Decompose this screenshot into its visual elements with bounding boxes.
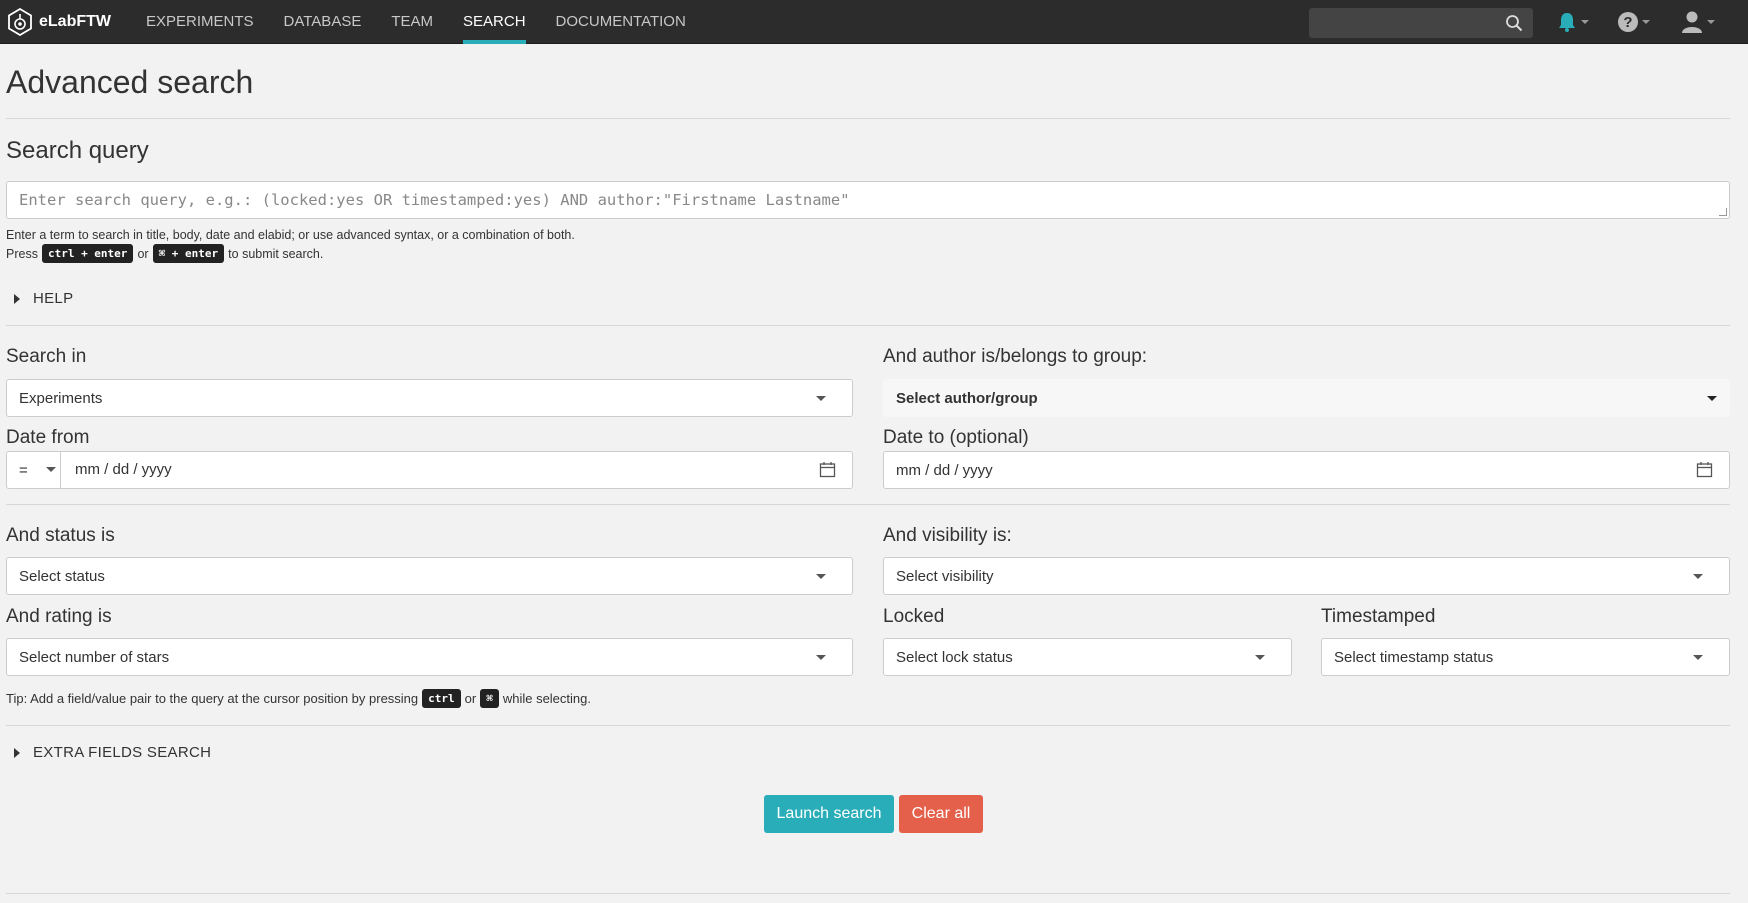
help-menu[interactable]: ? (1617, 9, 1650, 35)
status-select[interactable]: Select status (6, 557, 853, 595)
kbd-cmd-enter: ⌘ + enter (152, 244, 225, 263)
search-query-input[interactable]: Enter search query, e.g.: (locked:yes OR… (6, 181, 1730, 219)
date-from-group: = mm / dd / yyyy (6, 451, 853, 489)
resize-handle-icon[interactable] (1719, 208, 1727, 216)
tip-or: or (464, 691, 477, 706)
help-label: HELP (33, 290, 74, 307)
author-label: And author is/belongs to group: (883, 346, 1148, 367)
main-nav: EXPERIMENTS DATABASE TEAM SEARCH DOCUMEN… (146, 0, 716, 44)
chevron-down-icon (46, 467, 56, 472)
help-toggle[interactable]: HELP (14, 290, 73, 307)
hint-or: or (137, 246, 149, 261)
chevron-down-icon (1581, 20, 1589, 24)
kbd-ctrl-enter: ctrl + enter (41, 244, 134, 263)
tip-line: Tip: Add a field/value pair to the query… (6, 689, 591, 708)
locked-select[interactable]: Select lock status (883, 638, 1292, 676)
calendar-icon[interactable] (1696, 461, 1713, 478)
timestamped-select[interactable]: Select timestamp status (1321, 638, 1730, 676)
chevron-down-icon (816, 574, 826, 579)
page-title: Advanced search (6, 64, 254, 100)
tip-prefix: Tip: Add a field/value pair to the query… (6, 691, 419, 706)
nav-team[interactable]: TEAM (391, 0, 433, 44)
question-circle-icon: ? (1618, 12, 1638, 32)
date-to-label: Date to (optional) (883, 427, 1029, 448)
rating-value: Select number of stars (19, 648, 170, 666)
chevron-down-icon (816, 396, 826, 401)
user-icon (1682, 11, 1702, 33)
nav-database[interactable]: DATABASE (284, 0, 362, 44)
chevron-down-icon (1693, 655, 1703, 660)
tip-suffix: while selecting. (502, 691, 591, 706)
user-menu[interactable] (1680, 9, 1715, 35)
hint-press: Press (6, 246, 38, 261)
search-in-value: Experiments (19, 389, 103, 407)
extra-fields-label: EXTRA FIELDS SEARCH (33, 744, 212, 761)
search-icon[interactable] (1505, 14, 1523, 32)
date-to-value: mm / dd / yyyy (896, 461, 993, 479)
nav-search[interactable]: SEARCH (463, 0, 526, 44)
search-in-select[interactable]: Experiments (6, 379, 853, 417)
divider (6, 725, 1730, 726)
author-group-value: Select author/group (896, 389, 1038, 407)
caret-right-icon (14, 293, 20, 304)
quick-search-input[interactable] (1309, 8, 1533, 38)
divider (6, 893, 1730, 894)
chevron-down-icon (1255, 655, 1265, 660)
date-operator-value: = (19, 461, 28, 479)
clear-all-button[interactable]: Clear all (899, 795, 983, 833)
query-hint-line2: Press ctrl + enter or ⌘ + enter to submi… (6, 244, 323, 263)
divider (6, 118, 1730, 119)
author-group-select[interactable]: Select author/group (883, 379, 1730, 417)
elabftw-logo-icon (8, 7, 32, 36)
divider (6, 325, 1730, 326)
visibility-label: And visibility is: (883, 525, 1012, 546)
top-navbar: eLabFTW EXPERIMENTS DATABASE TEAM SEARCH… (0, 0, 1748, 44)
brand-link[interactable]: eLabFTW (6, 0, 111, 44)
timestamped-value: Select timestamp status (1334, 648, 1494, 666)
search-in-label: Search in (6, 346, 87, 367)
status-label: And status is (6, 525, 115, 546)
hint-submit: to submit search. (228, 246, 324, 261)
kbd-ctrl: ctrl (422, 689, 461, 708)
rating-select[interactable]: Select number of stars (6, 638, 853, 676)
nav-documentation[interactable]: DOCUMENTATION (556, 0, 686, 44)
chevron-down-icon (1707, 20, 1715, 24)
timestamped-label: Timestamped (1321, 606, 1436, 627)
search-query-placeholder: Enter search query, e.g.: (locked:yes OR… (19, 191, 850, 209)
date-to-input[interactable]: mm / dd / yyyy (883, 451, 1730, 489)
status-value: Select status (19, 567, 105, 585)
nav-experiments[interactable]: EXPERIMENTS (146, 0, 254, 44)
launch-search-button[interactable]: Launch search (764, 795, 894, 833)
extra-fields-toggle[interactable]: EXTRA FIELDS SEARCH (14, 744, 211, 761)
kbd-cmd: ⌘ (480, 689, 499, 708)
date-from-input[interactable]: mm / dd / yyyy (75, 461, 172, 478)
date-from-label: Date from (6, 427, 90, 448)
chevron-down-icon (1693, 574, 1703, 579)
locked-value: Select lock status (896, 648, 1013, 666)
calendar-icon[interactable] (819, 461, 836, 478)
section-title-search-query: Search query (6, 137, 149, 164)
chevron-down-icon (1707, 396, 1717, 401)
notifications-menu[interactable] (1556, 9, 1589, 35)
chevron-down-icon (816, 655, 826, 660)
svg-text:?: ? (1623, 14, 1632, 31)
brand-name: eLabFTW (39, 12, 111, 30)
caret-right-icon (14, 747, 20, 758)
chevron-down-icon (1642, 20, 1650, 24)
divider (6, 504, 1730, 505)
bell-icon (1559, 13, 1575, 32)
rating-label: And rating is (6, 606, 112, 627)
date-operator-select[interactable]: = (7, 452, 61, 488)
visibility-value: Select visibility (896, 567, 994, 585)
query-hint-line1: Enter a term to search in title, body, d… (6, 228, 575, 242)
visibility-select[interactable]: Select visibility (883, 557, 1730, 595)
locked-label: Locked (883, 606, 945, 627)
